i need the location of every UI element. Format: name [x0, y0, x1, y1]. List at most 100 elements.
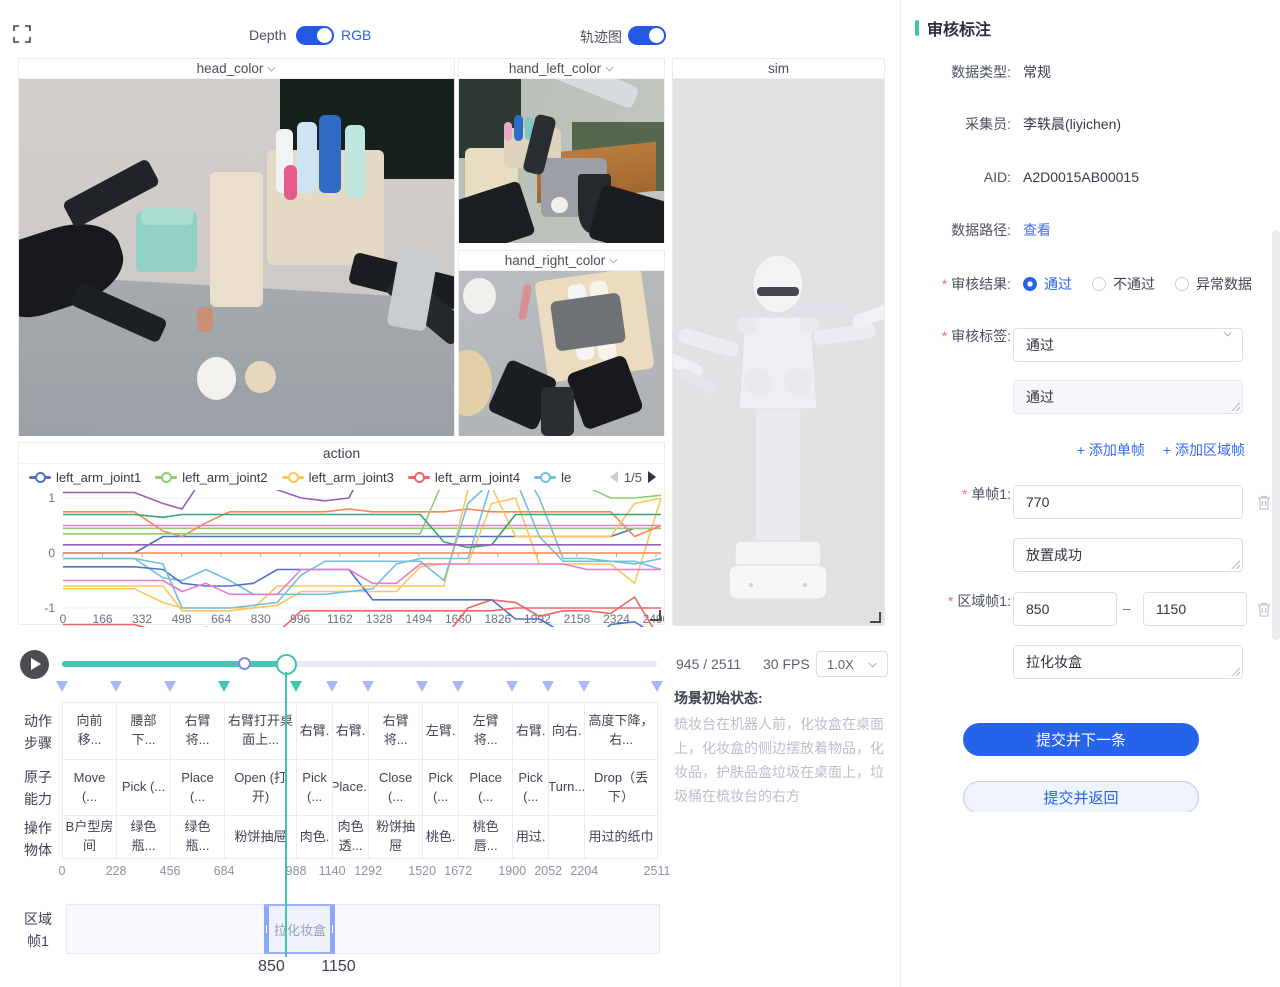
- timeline-marker[interactable]: [651, 681, 663, 692]
- skill-cell[interactable]: Place (...: [171, 760, 225, 816]
- legend-item[interactable]: left_arm_joint2: [155, 470, 267, 485]
- result-option-radio[interactable]: 不通过: [1092, 276, 1155, 292]
- frame-axis-tick: 1672: [444, 864, 472, 878]
- timeline-marker[interactable]: [416, 681, 428, 692]
- object-cell[interactable]: 肉色透...: [333, 816, 369, 859]
- skill-cell[interactable]: Pick (...: [513, 760, 549, 816]
- submit-back-button[interactable]: 提交并返回: [963, 781, 1199, 812]
- sim-viewport[interactable]: [673, 79, 884, 626]
- step-cell[interactable]: 右臂.: [297, 703, 333, 760]
- steps-table: 向前移...Move (...B户型房间腰部下...Pick (...绿色瓶..…: [62, 702, 658, 859]
- speed-select[interactable]: 1.0X: [816, 651, 888, 677]
- head-camera-image: [19, 79, 454, 436]
- tag-note-textarea[interactable]: 通过: [1013, 380, 1243, 414]
- single-frame-input[interactable]: 770: [1013, 485, 1243, 519]
- play-button[interactable]: [20, 650, 49, 679]
- timeline-marker[interactable]: [542, 681, 554, 692]
- timeline-marker-active[interactable]: [218, 681, 230, 692]
- timeline-marker[interactable]: [452, 681, 464, 692]
- timeline-marker[interactable]: [110, 681, 122, 692]
- scrollbar-thumb[interactable]: [1272, 230, 1280, 640]
- delete-single-frame-icon[interactable]: [1256, 494, 1272, 511]
- timeline-marker[interactable]: [326, 681, 338, 692]
- add-single-frame-link[interactable]: + 添加单帧: [1077, 440, 1145, 460]
- skill-cell[interactable]: Place (...: [459, 760, 513, 816]
- region-handle-left[interactable]: [264, 906, 269, 952]
- trajectory-toggle[interactable]: [628, 26, 666, 45]
- timeline-marker[interactable]: [578, 681, 590, 692]
- region-frame-block[interactable]: 拉化妆盒: [264, 904, 335, 954]
- region-handle-right[interactable]: [330, 906, 335, 952]
- object-cell[interactable]: [549, 816, 585, 859]
- region-start-input[interactable]: 850: [1013, 592, 1117, 626]
- result-option-radio[interactable]: 异常数据: [1175, 276, 1252, 292]
- legend-item[interactable]: le: [534, 470, 571, 485]
- single-frame-marker-dot[interactable]: [238, 657, 251, 670]
- timeline-marker[interactable]: [56, 681, 68, 692]
- step-cell[interactable]: 右臂将...: [171, 703, 225, 760]
- radio-icon[interactable]: [1023, 277, 1037, 291]
- skill-cell[interactable]: Drop（丢下）: [585, 760, 658, 816]
- step-cell[interactable]: 高度下降，右...: [585, 703, 658, 760]
- row-label-skills: 原子能力: [22, 766, 54, 811]
- object-cell[interactable]: 绿色瓶...: [171, 816, 225, 859]
- delete-region-frame-icon[interactable]: [1256, 601, 1272, 618]
- skill-cell[interactable]: Move (...: [63, 760, 117, 816]
- legend-item[interactable]: left_arm_joint4: [408, 470, 520, 485]
- skill-cell[interactable]: Close (...: [369, 760, 423, 816]
- skill-cell[interactable]: Pick (...: [297, 760, 333, 816]
- legend-next-icon[interactable]: [648, 471, 656, 483]
- step-cell[interactable]: 向右.: [549, 703, 585, 760]
- row-label-region: 区域帧1: [22, 908, 54, 953]
- object-cell[interactable]: 绿色瓶...: [117, 816, 171, 859]
- timeline-marker[interactable]: [362, 681, 374, 692]
- object-cell[interactable]: 用过的纸巾: [585, 816, 658, 859]
- chart-plot[interactable]: 210-1-2016633249866483099611621328149416…: [19, 490, 664, 630]
- step-cell[interactable]: 左臂.: [423, 703, 459, 760]
- object-cell[interactable]: 用过.: [513, 816, 549, 859]
- step-cell[interactable]: 右臂将...: [369, 703, 423, 760]
- object-cell[interactable]: 肉色.: [297, 816, 333, 859]
- step-cell[interactable]: 向前移...: [63, 703, 117, 760]
- legend-prev-icon[interactable]: [610, 471, 618, 483]
- scene-text: 梳妆台在机器人前，化妆盒在桌面上，化妆盒的侧边摆放着物品，化妆品，护肤品盒垃圾在…: [674, 712, 888, 808]
- legend-item[interactable]: left_arm_joint1: [29, 470, 141, 485]
- step-cell[interactable]: 左臂将...: [459, 703, 513, 760]
- legend-item[interactable]: left_arm_joint3: [282, 470, 394, 485]
- single-frame-note-textarea[interactable]: 放置成功: [1013, 538, 1243, 572]
- tag-select[interactable]: 通过: [1013, 328, 1243, 362]
- hand-left-camera-header[interactable]: hand_left_color: [459, 59, 664, 79]
- add-region-frame-link[interactable]: + 添加区域帧: [1163, 440, 1245, 460]
- object-cell[interactable]: 桃色.: [423, 816, 459, 859]
- step-cell[interactable]: 右臂.: [333, 703, 369, 760]
- timeline-marker-active[interactable]: [290, 681, 302, 692]
- skill-cell[interactable]: Pick (...: [117, 760, 171, 816]
- chevron-down-icon: [868, 659, 877, 668]
- radio-icon[interactable]: [1175, 277, 1189, 291]
- timeline-marker[interactable]: [164, 681, 176, 692]
- skill-cell[interactable]: Pick (...: [423, 760, 459, 816]
- region-end-input[interactable]: 1150: [1143, 592, 1247, 626]
- resize-handle-icon[interactable]: [650, 610, 661, 621]
- radio-icon[interactable]: [1092, 277, 1106, 291]
- result-radio-group: 通过 不通过 异常数据: [1023, 274, 1272, 294]
- step-cell[interactable]: 腰部下...: [117, 703, 171, 760]
- skill-cell[interactable]: Turn...: [549, 760, 585, 816]
- submit-next-button[interactable]: 提交并下一条: [963, 723, 1199, 756]
- object-cell[interactable]: B户型房间: [63, 816, 117, 859]
- resize-handle-icon[interactable]: [870, 612, 881, 623]
- legend-label: le: [561, 470, 571, 485]
- skill-cell[interactable]: Place..: [333, 760, 369, 816]
- region-note-textarea[interactable]: 拉化妆盒: [1013, 645, 1243, 679]
- object-cell[interactable]: 粉饼抽屉: [369, 816, 423, 859]
- region-frame-track[interactable]: 拉化妆盒: [66, 904, 660, 954]
- head-camera-header[interactable]: head_color: [19, 59, 454, 79]
- result-option-selected[interactable]: 通过: [1023, 276, 1072, 292]
- fullscreen-icon[interactable]: [13, 25, 31, 43]
- step-cell[interactable]: 右臂.: [513, 703, 549, 760]
- object-cell[interactable]: 桃色唇...: [459, 816, 513, 859]
- hand-right-camera-header[interactable]: hand_right_color: [459, 251, 664, 271]
- data-path-view-link[interactable]: 查看: [1023, 220, 1051, 240]
- depth-rgb-toggle[interactable]: [296, 26, 334, 45]
- timeline-marker[interactable]: [506, 681, 518, 692]
